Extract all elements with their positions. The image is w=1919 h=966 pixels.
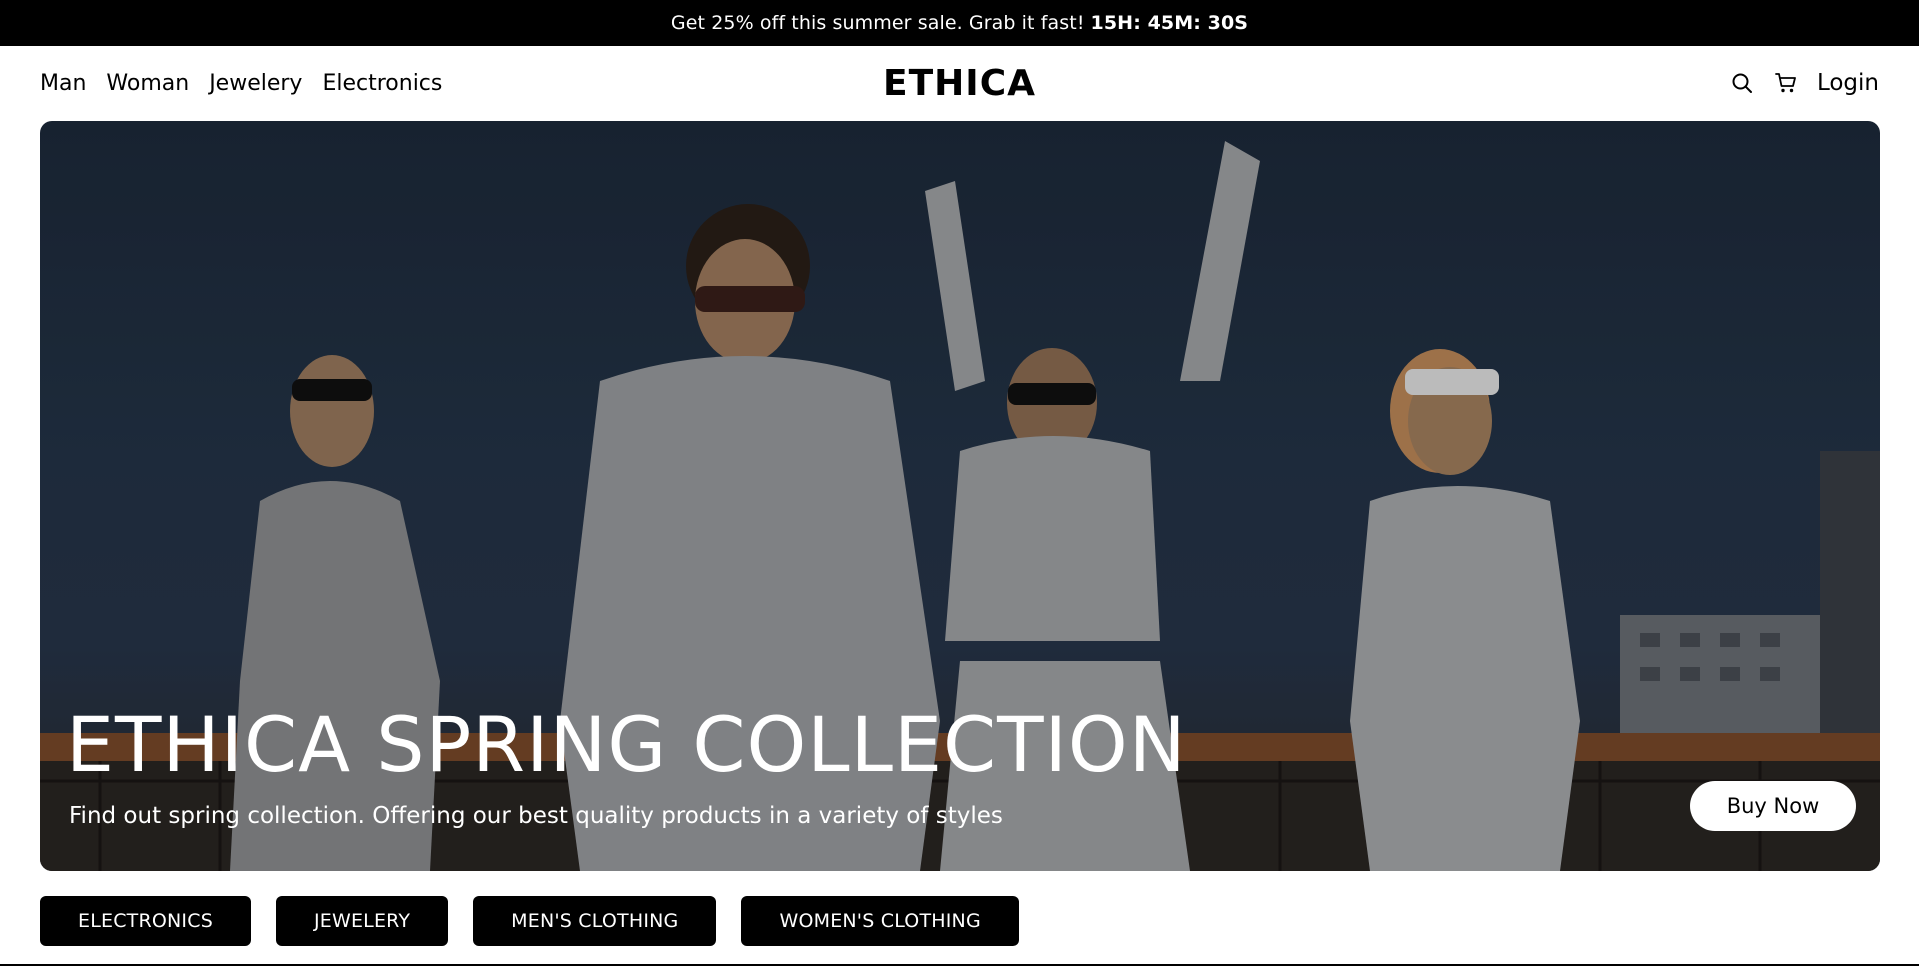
category-jewelery-button[interactable]: JEWELERY	[275, 896, 449, 946]
category-womens-clothing-button[interactable]: WOMEN'S CLOTHING	[741, 896, 1019, 946]
announcement-bar: Get 25% off this summer sale. Grab it fa…	[0, 0, 1919, 46]
hero-banner: ETHICA SPRING COLLECTION Find out spring…	[40, 121, 1880, 871]
hero-title: ETHICA SPRING COLLECTION	[66, 700, 1187, 789]
nav-link-man[interactable]: Man	[40, 71, 86, 96]
category-electronics-button[interactable]: ELECTRONICS	[40, 896, 251, 946]
countdown-timer: 15H: 45M: 30S	[1090, 12, 1249, 34]
nav-link-woman[interactable]: Woman	[106, 71, 189, 96]
search-icon[interactable]	[1729, 70, 1755, 96]
cart-icon[interactable]	[1773, 70, 1799, 96]
login-link[interactable]: Login	[1817, 70, 1879, 96]
buy-now-button[interactable]: Buy Now	[1690, 781, 1856, 831]
main-nav: Man Woman Jewelery Electronics ETHICA Lo…	[0, 46, 1919, 120]
nav-link-electronics[interactable]: Electronics	[322, 71, 442, 96]
announcement-text: Get 25% off this summer sale. Grab it fa…	[670, 12, 1085, 34]
nav-links: Man Woman Jewelery Electronics	[40, 46, 442, 120]
nav-link-jewelery[interactable]: Jewelery	[209, 71, 302, 96]
category-buttons: ELECTRONICS JEWELERY MEN'S CLOTHING WOME…	[40, 896, 1019, 946]
category-mens-clothing-button[interactable]: MEN'S CLOTHING	[473, 896, 717, 946]
hero-subtitle: Find out spring collection. Offering our…	[69, 803, 1003, 829]
nav-actions: Login	[1729, 46, 1879, 120]
